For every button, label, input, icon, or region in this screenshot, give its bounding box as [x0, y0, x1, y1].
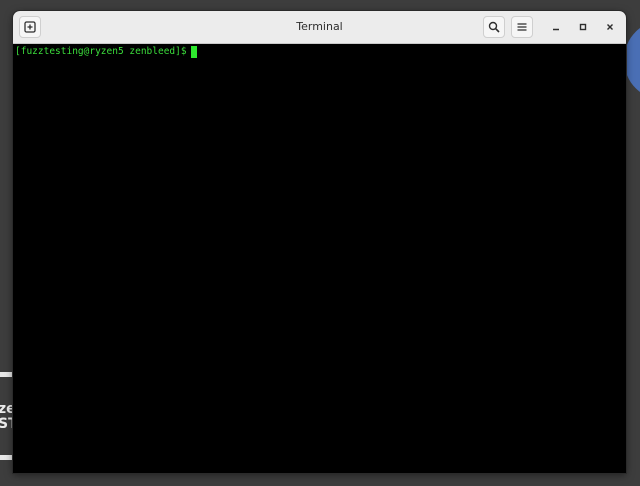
new-tab-button[interactable] [19, 16, 41, 38]
title-bar[interactable]: Terminal [13, 11, 626, 44]
desktop-logo-line2: ST [0, 417, 14, 432]
hamburger-menu-icon [517, 23, 527, 31]
prompt-line: [fuzztesting@ryzen5 zenbleed]$ [15, 46, 197, 58]
terminal-window: Terminal [fuzztesting@ryzen5 zenbleed]$ [13, 11, 626, 473]
text-cursor [190, 46, 197, 58]
terminal-output[interactable]: [fuzztesting@ryzen5 zenbleed]$ [13, 44, 626, 473]
desktop-logo-line1: ze [0, 402, 14, 417]
desktop: ze ST Terminal [0, 0, 640, 486]
maximize-button[interactable] [572, 16, 594, 38]
minimize-icon [553, 28, 559, 31]
desktop-wallpaper-shape [624, 20, 640, 100]
close-icon [607, 24, 613, 30]
maximize-icon [579, 23, 587, 31]
close-button[interactable] [599, 16, 621, 38]
search-icon [488, 21, 500, 33]
new-tab-icon [24, 21, 36, 33]
menu-button[interactable] [511, 16, 533, 38]
search-button[interactable] [483, 16, 505, 38]
prompt-text: [fuzztesting@ryzen5 zenbleed]$ [15, 46, 187, 57]
window-title: Terminal [296, 20, 343, 33]
minimize-button[interactable] [545, 16, 567, 38]
desktop-logo: ze ST [0, 372, 14, 460]
